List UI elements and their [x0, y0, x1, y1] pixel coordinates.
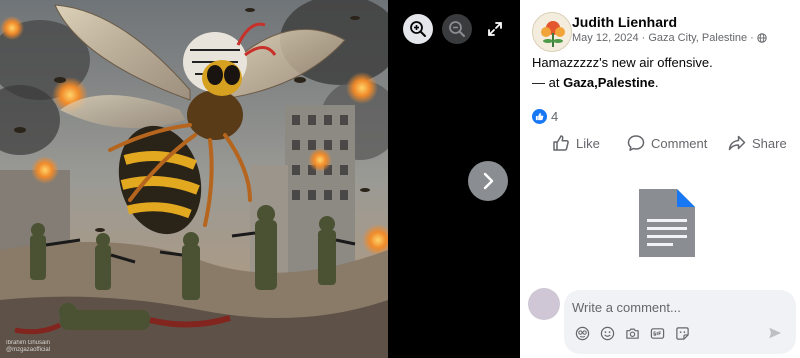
share-button[interactable]: Share [728, 130, 787, 156]
emoji-icon[interactable] [599, 325, 616, 342]
like-label: Like [576, 135, 600, 151]
post-actions: Like Comment Share [538, 130, 788, 156]
post-meta: May 12, 2024 · Gaza City, Palestine · [572, 32, 767, 44]
photo-illustration [0, 0, 388, 358]
share-arrow-icon [728, 135, 746, 151]
zoom-out-icon [449, 21, 465, 37]
thumbs-up-outline-icon [553, 135, 569, 151]
sticker-icon[interactable] [674, 325, 691, 342]
checkin-prefix: — at [532, 75, 564, 90]
like-reaction-icon [532, 109, 547, 124]
gif-icon-shape [650, 328, 665, 339]
avatar-sticker-icon[interactable] [574, 325, 591, 342]
chevron-right-icon [483, 172, 494, 190]
photo-viewer: Ibrahim Ghusain @mzgazaofficial [0, 0, 520, 358]
camera-icon-shape [626, 328, 639, 339]
comment-composer [520, 286, 800, 358]
share-label: Share [752, 135, 787, 151]
thumbs-up-icon [535, 112, 544, 121]
author-name[interactable]: Judith Lienhard [572, 14, 677, 30]
comment-input[interactable] [572, 298, 772, 316]
expand-icon [488, 22, 502, 36]
reaction-count: 4 [551, 109, 559, 124]
next-photo-button[interactable] [468, 161, 508, 201]
zoom-in-button[interactable] [403, 14, 433, 44]
checkin-place-link[interactable]: Gaza,Palestine [563, 75, 655, 90]
gif-icon[interactable] [649, 325, 666, 342]
like-button[interactable]: Like [552, 130, 600, 156]
comment-label: Comment [651, 135, 708, 151]
meta-separator: · [641, 32, 646, 44]
meta-separator: · [750, 32, 754, 44]
comment-bubble-icon [627, 135, 645, 151]
post-caption: Hamazzzzz's new air offensive. [532, 55, 713, 70]
zoom-out-button[interactable] [442, 14, 472, 44]
watermark-line-1: Ibrahim Ghusain [6, 340, 51, 346]
send-icon [769, 327, 782, 339]
comment-tools [574, 325, 691, 342]
post-photo[interactable]: Ibrahim Ghusain @mzgazaofficial [0, 0, 388, 358]
post-checkin: — at Gaza,Palestine. [532, 73, 713, 93]
send-button[interactable] [768, 326, 782, 345]
post-side-panel: Judith Lienhard May 12, 2024 · Gaza City… [520, 0, 800, 358]
sticker-icon-shape [676, 327, 689, 340]
reaction-summary[interactable]: 4 [532, 109, 558, 124]
avatar-flower-icon [533, 13, 571, 51]
checkin-suffix: . [654, 75, 659, 90]
post-text: Hamazzzzz's new air offensive. — at Gaza… [532, 53, 713, 93]
globe-icon [757, 33, 767, 43]
author-avatar[interactable] [532, 12, 572, 52]
zoom-in-icon [410, 21, 426, 37]
post-date[interactable]: May 12, 2024 [572, 32, 639, 44]
document-placeholder [637, 187, 697, 264]
emoji-icon-shape [600, 326, 615, 341]
photo-watermark: Ibrahim Ghusain @mzgazaofficial [6, 340, 50, 354]
post-location[interactable]: Gaza City, Palestine [648, 32, 747, 44]
viewer-avatar[interactable] [528, 288, 560, 320]
document-icon [639, 189, 695, 257]
camera-icon[interactable] [624, 325, 641, 342]
comment-button[interactable]: Comment [627, 130, 707, 156]
watermark-line-2: @mzgazaofficial [6, 347, 50, 353]
comment-box[interactable] [564, 290, 796, 354]
fullscreen-button[interactable] [481, 14, 509, 44]
avatar-sticker-icon-shape [575, 326, 590, 341]
